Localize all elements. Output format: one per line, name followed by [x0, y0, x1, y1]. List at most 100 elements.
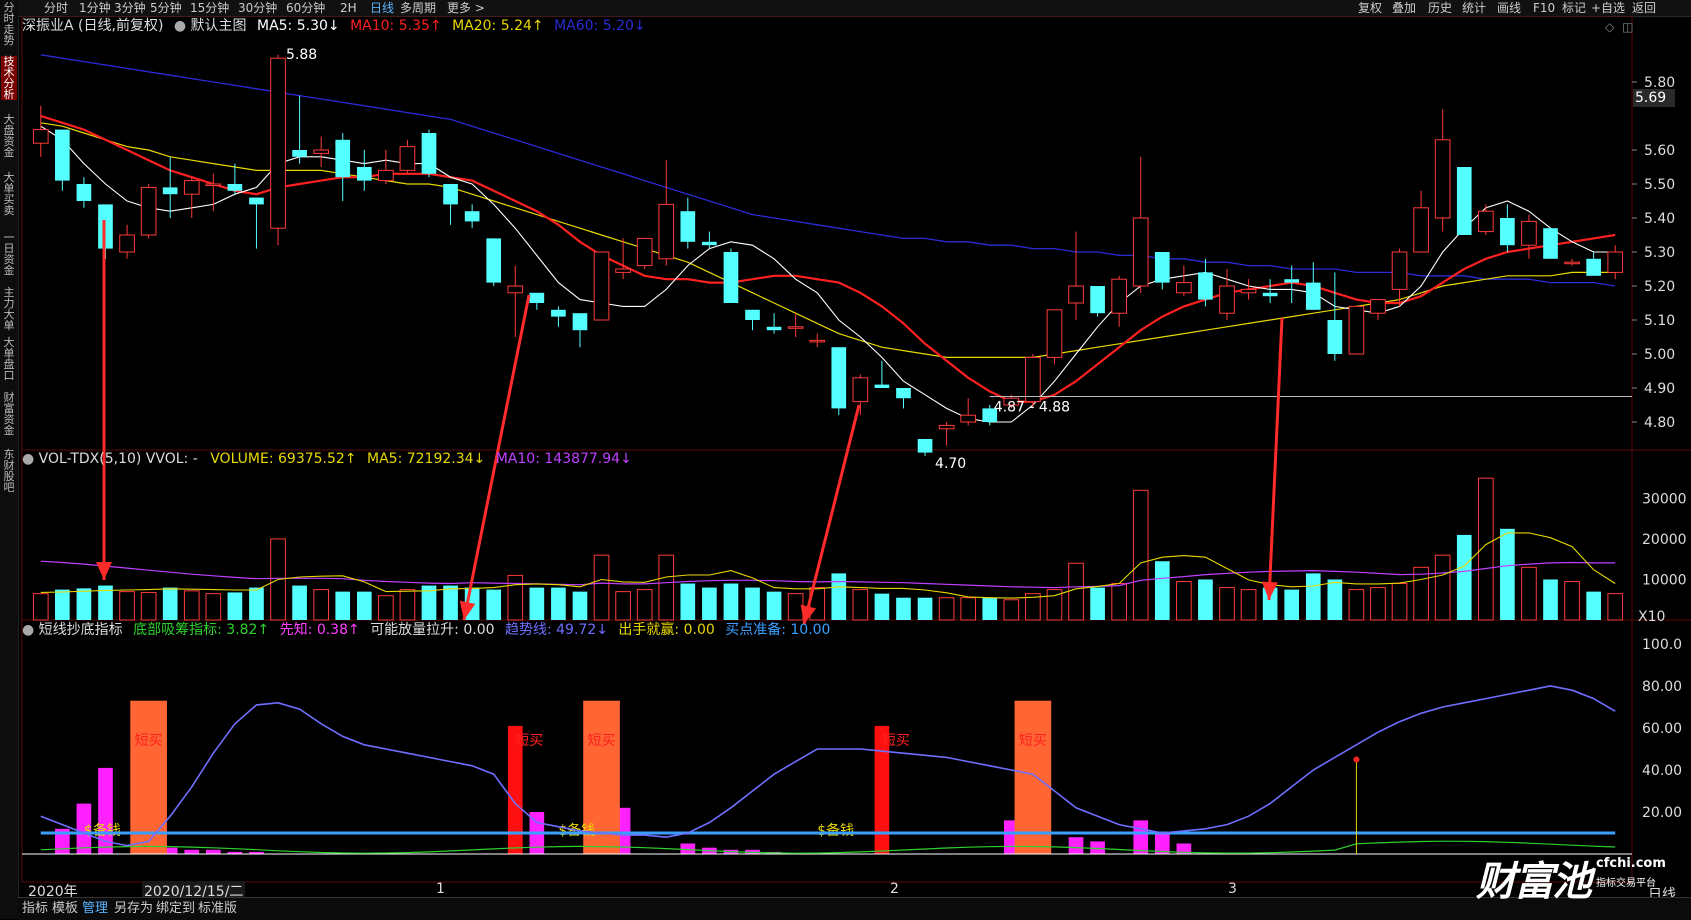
candle-body: [1219, 285, 1235, 314]
candle-body: [1477, 210, 1494, 233]
top-tool-0[interactable]: 复权: [1358, 0, 1382, 16]
left-tab-2[interactable]: 大盘资金: [1, 114, 17, 158]
period-2[interactable]: 3分钟: [114, 0, 146, 16]
candle-body: [874, 384, 890, 388]
volume-bar: [852, 589, 869, 621]
period-9[interactable]: 多周期: [400, 0, 436, 16]
vol-indicator-name: VOL-TDX(5,10) VVOL: -: [38, 451, 198, 467]
signal-block: [1014, 700, 1052, 854]
left-tab-3[interactable]: 大单买卖: [1, 172, 17, 216]
candle-body: [1327, 320, 1343, 354]
candle-body: [745, 309, 760, 320]
top-tool-7[interactable]: +自选: [1591, 0, 1625, 16]
candle-body: [658, 203, 675, 260]
candle-body: [572, 313, 588, 331]
period-0[interactable]: 分时: [44, 0, 68, 16]
candle-body: [507, 285, 524, 294]
volume-bar: [1543, 579, 1558, 620]
period-6[interactable]: 60分钟: [286, 0, 325, 16]
maximize-icon[interactable]: ◫: [1622, 20, 1633, 34]
bottom-tab-1[interactable]: 模板: [52, 898, 78, 920]
period-1[interactable]: 1分钟: [79, 0, 111, 16]
candle-body: [1090, 286, 1105, 314]
trend-line: [40, 685, 1616, 847]
marker-dot: [1353, 756, 1360, 763]
period-4[interactable]: 15分钟: [190, 0, 229, 16]
high-annotation: 5.88: [286, 47, 317, 63]
chevron-down-icon[interactable]: ●: [22, 451, 34, 467]
volume-bar: [399, 589, 416, 621]
period-8[interactable]: 日线: [370, 0, 394, 16]
top-tool-2[interactable]: 历史: [1428, 0, 1452, 16]
money-label: $备钱: [84, 822, 121, 839]
candle-body: [335, 139, 351, 178]
short-buy-label: 短买: [1019, 733, 1047, 749]
candle-body: [183, 180, 200, 195]
bottom-tab-3[interactable]: 另存为: [114, 898, 153, 920]
candle-body: [1046, 309, 1063, 358]
volume-bar: [55, 589, 70, 620]
period-7[interactable]: 2H: [340, 0, 357, 16]
left-tab-7[interactable]: 财富资金: [1, 392, 17, 436]
volume-bar: [723, 583, 739, 620]
period-3[interactable]: 5分钟: [150, 0, 182, 16]
left-tab-0[interactable]: 分时走势: [1, 2, 17, 46]
left-tab-1[interactable]: 技术分析: [1, 56, 17, 100]
dbxc-value: 底部吸筹指标: 3.82↑: [133, 622, 270, 638]
candle-body: [486, 238, 502, 283]
bottom-tab-2[interactable]: 管理: [82, 898, 108, 920]
short-buy-label: 短买: [588, 733, 616, 749]
candle-body: [1198, 272, 1213, 300]
xz-bar: [680, 843, 696, 854]
xz-value: 先知: 0.38↑: [279, 622, 360, 638]
ind-tick-label: 20.00: [1642, 805, 1682, 821]
volume-bar: [529, 587, 545, 620]
bottom-tab-5[interactable]: 标准版: [198, 898, 237, 920]
volume-bar: [982, 597, 998, 620]
top-tool-8[interactable]: 返回: [1632, 0, 1656, 16]
volume-bar: [1132, 489, 1149, 621]
top-tool-6[interactable]: 标记: [1562, 0, 1586, 16]
volume-bar: [787, 593, 804, 621]
candle-body: [680, 211, 696, 242]
volume-legend: ● VOL-TDX(5,10) VVOL: - VOLUME: 69375.52…: [22, 450, 632, 468]
top-tool-1[interactable]: 叠加: [1392, 0, 1416, 16]
diamond-icon[interactable]: ◇: [1605, 20, 1614, 34]
candle-body: [32, 129, 49, 144]
top-tool-5[interactable]: F10: [1533, 0, 1555, 16]
ma60-value: MA60: 5.20↓: [554, 18, 646, 34]
bottom-tab-0[interactable]: 指标: [22, 898, 48, 920]
top-tool-4[interactable]: 画线: [1497, 0, 1521, 16]
volume-bar: [140, 591, 157, 621]
candle-body: [119, 234, 135, 253]
volume-bar: [636, 589, 653, 621]
current-price-badge: 5.69: [1633, 89, 1675, 107]
volume-bar: [1305, 573, 1321, 620]
bottom-tab-4[interactable]: 绑定到: [156, 898, 195, 920]
candle-body: [1500, 218, 1515, 246]
candle-body: [1391, 251, 1408, 290]
left-tab-4[interactable]: 一日资金: [1, 232, 17, 276]
volume-bar: [831, 573, 847, 620]
xz-bar: [1133, 820, 1149, 854]
volume-bar: [1434, 554, 1451, 621]
left-tab-8[interactable]: 东财股吧: [1, 449, 17, 493]
period-5[interactable]: 30分钟: [238, 0, 277, 16]
chevron-down-icon[interactable]: ●: [22, 622, 34, 638]
price-tick-label: 5.20: [1644, 279, 1675, 295]
vol-tick-label: 10000: [1642, 572, 1687, 588]
volume-bar: [1176, 581, 1192, 621]
x-label-month-2: 2: [890, 881, 899, 897]
period-10[interactable]: 更多 >: [447, 0, 485, 16]
money-label: $备钱: [817, 822, 854, 839]
chevron-down-icon[interactable]: ●: [174, 18, 186, 34]
left-tab-6[interactable]: 大单盘口: [1, 337, 17, 381]
ind-tick-label: 80.00: [1642, 679, 1682, 695]
candle-body: [1434, 139, 1451, 219]
volume-bar: [1068, 562, 1084, 621]
candle-body: [1521, 220, 1537, 246]
short-buy-label: 短买: [515, 733, 543, 749]
left-tab-5[interactable]: 主力大单: [1, 287, 17, 331]
top-tool-3[interactable]: 统计: [1462, 0, 1486, 16]
volume-bar: [766, 591, 782, 620]
